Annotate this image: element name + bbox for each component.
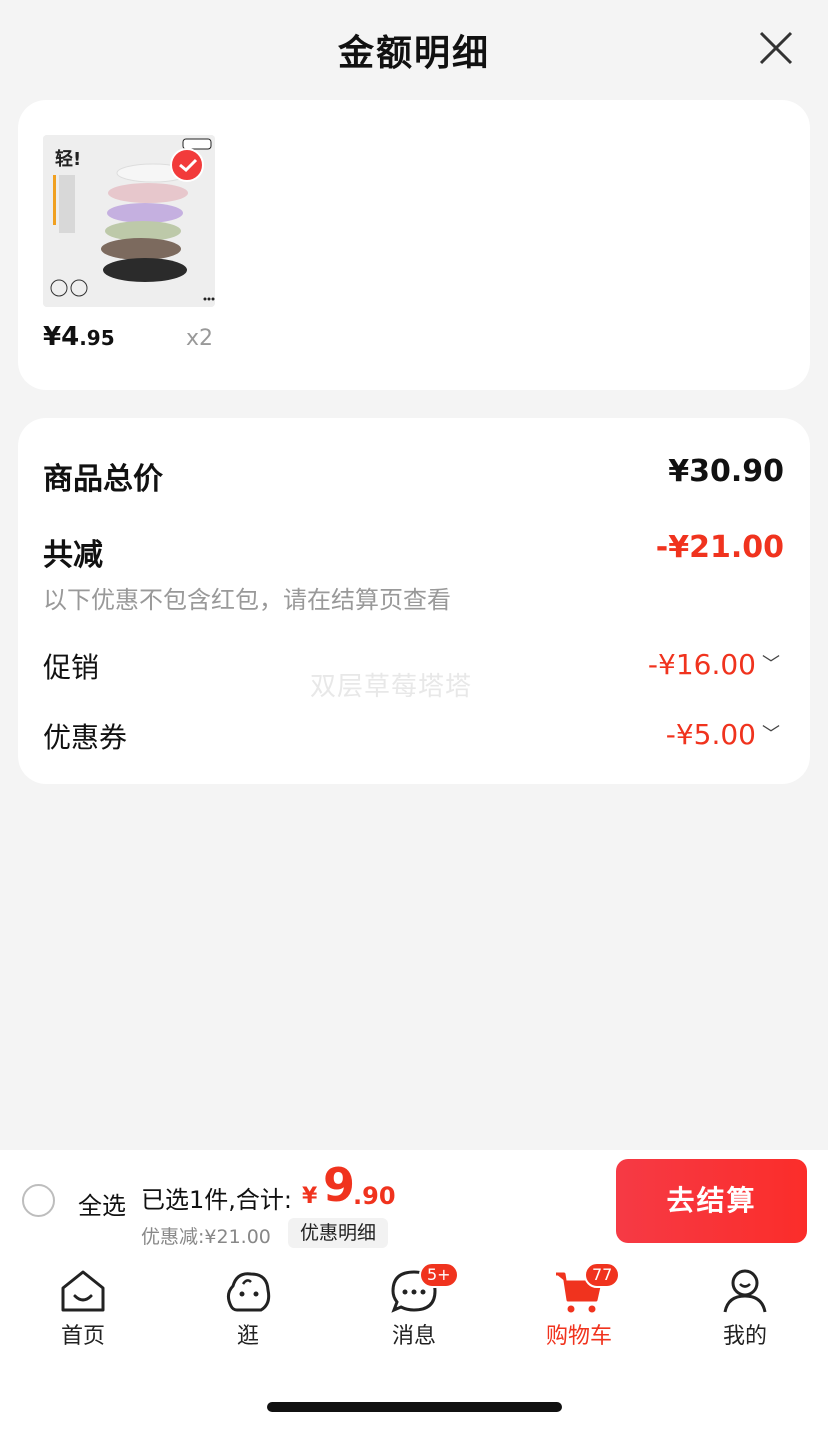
tab-label: 消息 [391,1324,436,1349]
amount-detail-sheet: 金额明细 轻! ¥4.95 x2 商品总价 ¥30.90 共减 -¥21.00 … [0,0,828,1150]
tab-home[interactable]: 首页 [28,1262,138,1352]
select-all-radio[interactable] [22,1184,55,1217]
total-decimal: .90 [353,1182,396,1210]
home-icon [61,1270,105,1312]
tab-profile[interactable]: 我的 [690,1262,800,1352]
selected-summary: 已选1件,合计: [141,1186,292,1214]
select-all-label[interactable]: 全选 [78,1186,126,1221]
message-badge: 5+ [419,1262,459,1288]
checkout-bar: 全选 已选1件,合计: ¥ 9 .90 优惠减:¥21.00 优惠明细 去结算 [0,1150,828,1250]
tab-label: 逛 [236,1324,259,1349]
total-reduce-value: -¥21.00 [655,530,784,565]
tab-label: 购物车 [545,1324,612,1349]
tab-cart[interactable]: 77 购物车 [524,1262,634,1352]
product-checked-icon[interactable] [170,148,204,182]
discount-detail-button[interactable]: 优惠明细 [288,1218,389,1248]
chevron-down-icon: ﹀ [762,654,780,675]
tab-label: 首页 [60,1324,105,1349]
browse-icon [226,1272,271,1312]
discount-summary: 优惠减:¥21.00 [141,1226,271,1248]
goods-total-label: 商品总价 [43,462,163,497]
checkout-button[interactable]: 去结算 [616,1159,807,1243]
goods-total-value: ¥30.90 [668,454,784,489]
tab-browse[interactable]: 逛 [193,1262,303,1352]
total-reduce-label: 共减 [43,538,103,573]
tab-bar: 首页 逛 5+ 消息 77 购物车 我的 [0,1250,828,1430]
profile-icon [723,1269,767,1313]
product-card: 轻! ¥4.95 x2 [18,100,810,390]
home-indicator [267,1402,562,1412]
total-currency: ¥ [302,1184,318,1209]
sheet-title: 金额明细 [337,33,490,74]
product-image-text: 轻! [55,148,81,170]
product-price: ¥4.95 [43,322,115,352]
product-quantity: x2 [186,326,214,351]
tab-messages[interactable]: 5+ 消息 [359,1262,469,1352]
promo-value: -¥16.00 [647,648,756,681]
coupon-label: 优惠券 [43,721,128,754]
watermark: 双层草莓塔塔 [310,672,473,702]
coupon-row[interactable]: -¥5.00 ﹀ [666,718,780,751]
promo-label: 促销 [43,651,100,684]
reduce-note: 以下优惠不包含红包，请在结算页查看 [43,586,451,614]
promo-row[interactable]: -¥16.00 ﹀ [648,648,780,681]
price-breakdown-card: 商品总价 ¥30.90 共减 -¥21.00 以下优惠不包含红包，请在结算页查看… [18,418,810,784]
tab-label: 我的 [722,1324,767,1349]
chevron-down-icon: ﹀ [762,724,780,745]
coupon-value: -¥5.00 [665,718,756,751]
total-integer: 9 [323,1158,356,1212]
close-icon[interactable] [758,30,794,66]
cart-badge: 77 [584,1262,621,1288]
